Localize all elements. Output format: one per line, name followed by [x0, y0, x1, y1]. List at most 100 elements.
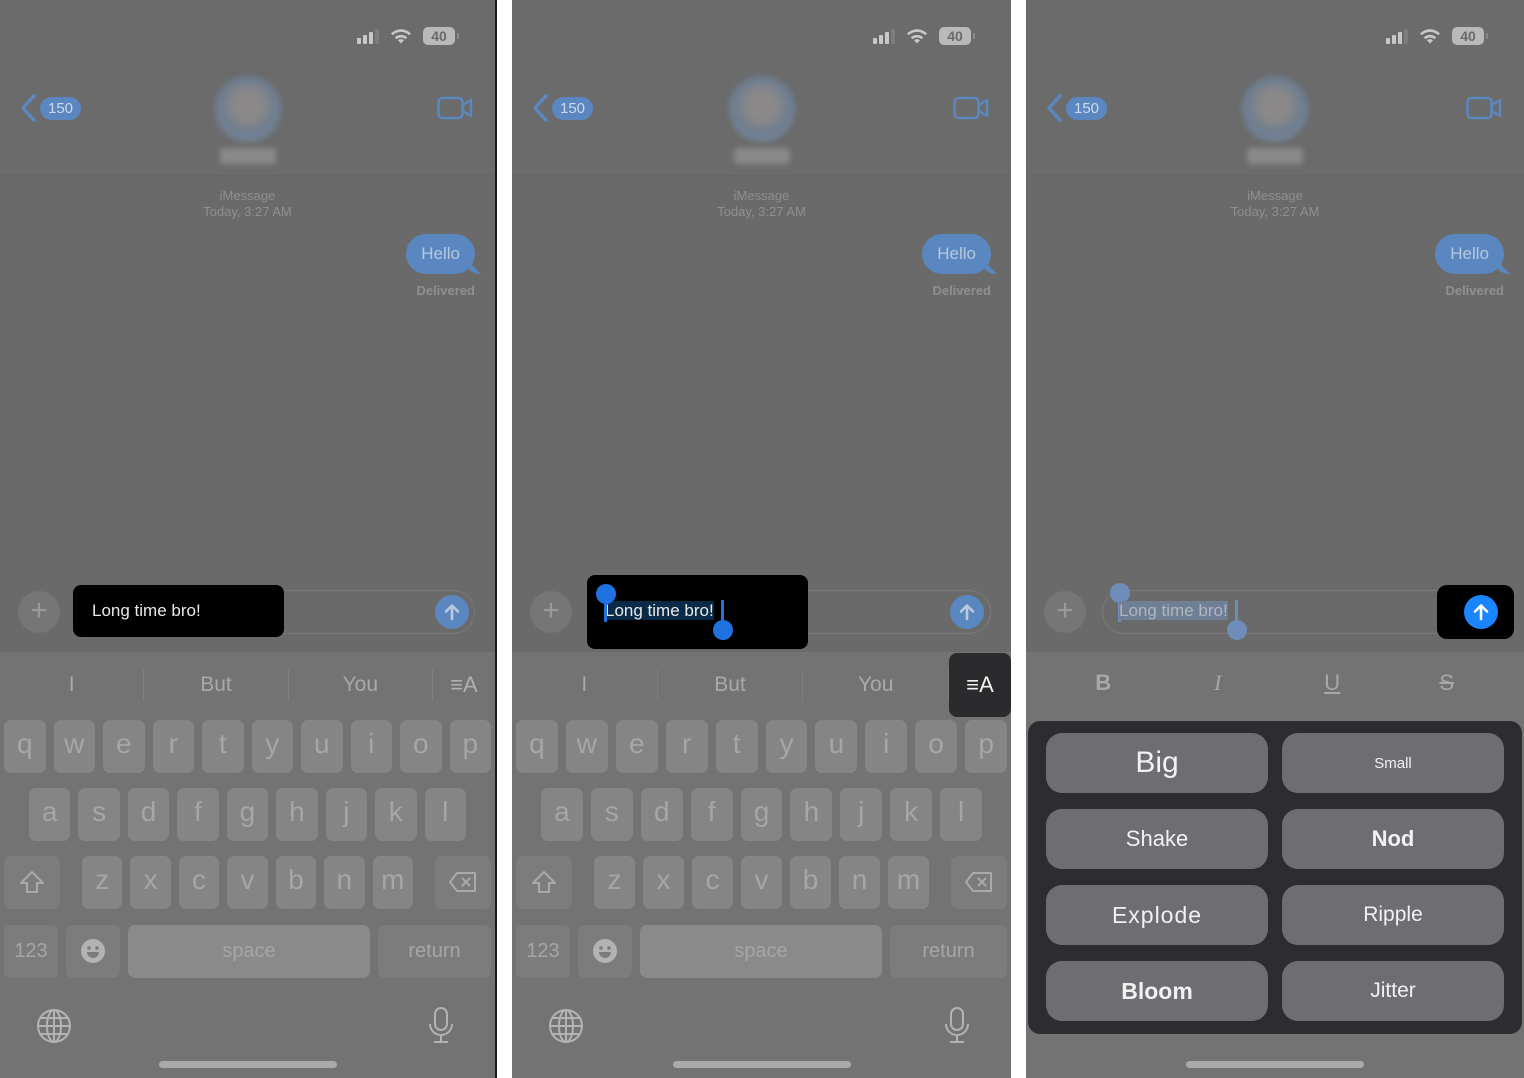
key-l[interactable]: l [940, 788, 983, 841]
format-italic-button[interactable]: I [1188, 670, 1248, 696]
selection-end-handle[interactable] [713, 620, 733, 640]
video-call-icon[interactable] [437, 96, 473, 120]
key-i[interactable]: i [350, 720, 392, 773]
dictation-button[interactable] [427, 1006, 455, 1049]
key-v[interactable]: v [227, 856, 268, 909]
selection-start-handle[interactable] [1110, 583, 1130, 603]
key-f[interactable]: f [690, 788, 733, 841]
effect-explode-button[interactable]: Explode [1046, 885, 1268, 945]
key-j[interactable]: j [325, 788, 368, 841]
effect-nod-button[interactable]: Nod [1282, 809, 1504, 869]
key-s[interactable]: s [590, 788, 633, 841]
key-x[interactable]: x [130, 856, 171, 909]
key-n[interactable]: n [324, 856, 365, 909]
format-strike-button[interactable]: S [1417, 670, 1477, 696]
message-text[interactable]: Long time bro! [92, 601, 201, 621]
space-key[interactable]: space [640, 925, 882, 978]
delete-key[interactable] [434, 856, 491, 909]
key-l[interactable]: l [424, 788, 466, 841]
key-o[interactable]: o [400, 720, 442, 773]
send-button[interactable] [1464, 595, 1498, 629]
message-bubble-sent[interactable]: Hello [406, 234, 475, 274]
message-bubble-sent[interactable]: Hello [1435, 234, 1504, 274]
key-w[interactable]: w [53, 720, 95, 773]
key-p[interactable]: p [965, 720, 1008, 773]
key-y[interactable]: y [251, 720, 293, 773]
effect-small-button[interactable]: Small [1282, 733, 1504, 793]
key-q[interactable]: q [4, 720, 46, 773]
key-u[interactable]: u [815, 720, 858, 773]
key-g[interactable]: g [740, 788, 783, 841]
key-n[interactable]: n [839, 856, 880, 909]
return-key[interactable]: return [890, 925, 1007, 978]
key-s[interactable]: s [78, 788, 120, 841]
return-key[interactable]: return [378, 925, 491, 978]
shift-key[interactable] [4, 856, 60, 909]
video-call-icon[interactable] [953, 96, 989, 120]
emoji-key[interactable] [578, 925, 632, 978]
contact-avatar[interactable] [1242, 76, 1308, 142]
back-button[interactable]: 150 [1046, 94, 1108, 122]
apps-plus-button[interactable]: + [18, 591, 60, 633]
key-d[interactable]: d [640, 788, 683, 841]
key-k[interactable]: k [375, 788, 417, 841]
suggestion-0[interactable]: I [0, 669, 145, 701]
apps-plus-button[interactable]: + [530, 591, 572, 633]
contact-name[interactable]: Prakhar [1247, 148, 1303, 164]
send-button[interactable] [950, 595, 984, 629]
key-z[interactable]: z [594, 856, 635, 909]
suggestion-2[interactable]: You [803, 669, 950, 701]
key-b[interactable]: b [275, 856, 317, 909]
effect-big-button[interactable]: Big [1046, 733, 1268, 793]
key-i[interactable]: i [865, 720, 908, 773]
key-c[interactable]: c [692, 856, 733, 909]
text-format-button[interactable]: ≡A [433, 653, 495, 717]
key-v[interactable]: v [741, 856, 782, 909]
effect-bloom-button[interactable]: Bloom [1046, 961, 1268, 1021]
key-m[interactable]: m [372, 856, 413, 909]
text-format-button[interactable]: ≡A [949, 653, 1011, 717]
message-text-selected[interactable]: Long time bro! [605, 601, 714, 621]
contact-name[interactable]: Prakhar [733, 148, 790, 164]
key-f[interactable]: f [177, 788, 219, 841]
selection-end-handle[interactable] [1227, 620, 1247, 640]
key-c[interactable]: c [178, 856, 220, 909]
contact-avatar[interactable] [214, 76, 281, 142]
contact-avatar[interactable] [728, 76, 795, 142]
numbers-key[interactable]: 123 [4, 925, 58, 978]
selection-end-handle-bar[interactable] [721, 600, 724, 622]
apps-plus-button[interactable]: + [1044, 591, 1086, 633]
key-h[interactable]: h [790, 788, 833, 841]
suggestion-1[interactable]: But [658, 669, 804, 701]
suggestion-2[interactable]: You [289, 669, 433, 701]
effect-shake-button[interactable]: Shake [1046, 809, 1268, 869]
message-text-selected[interactable]: Long time bro! [1119, 601, 1228, 621]
key-e[interactable]: e [615, 720, 658, 773]
globe-button[interactable] [36, 1008, 72, 1049]
key-a[interactable]: a [29, 788, 71, 841]
key-e[interactable]: e [103, 720, 145, 773]
back-button[interactable]: 150 [20, 94, 82, 122]
key-t[interactable]: t [202, 720, 244, 773]
send-button[interactable] [435, 595, 469, 629]
key-w[interactable]: w [565, 720, 608, 773]
key-o[interactable]: o [915, 720, 958, 773]
key-j[interactable]: j [840, 788, 883, 841]
back-button[interactable]: 150 [532, 94, 594, 122]
key-m[interactable]: m [888, 856, 929, 909]
key-r[interactable]: r [152, 720, 194, 773]
format-underline-button[interactable]: U [1302, 670, 1362, 696]
key-b[interactable]: b [790, 856, 831, 909]
delete-key[interactable] [951, 856, 1007, 909]
suggestion-0[interactable]: I [512, 669, 658, 701]
key-z[interactable]: z [82, 856, 123, 909]
key-x[interactable]: x [643, 856, 684, 909]
effect-ripple-button[interactable]: Ripple [1282, 885, 1504, 945]
space-key[interactable]: space [128, 925, 370, 978]
key-r[interactable]: r [665, 720, 708, 773]
key-y[interactable]: y [765, 720, 808, 773]
key-k[interactable]: k [890, 788, 933, 841]
shift-key[interactable] [516, 856, 572, 909]
key-d[interactable]: d [127, 788, 170, 841]
numbers-key[interactable]: 123 [516, 925, 570, 978]
